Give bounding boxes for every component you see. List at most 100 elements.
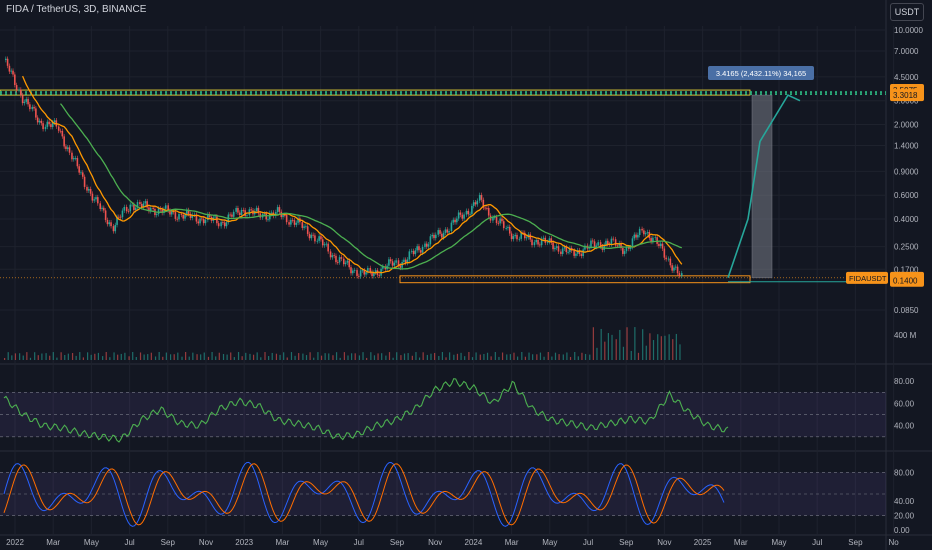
candle-body — [395, 260, 397, 263]
candle-body — [44, 126, 47, 130]
candle-body — [561, 248, 564, 254]
x-tick-label: Jul — [583, 538, 593, 547]
volume-bar — [562, 354, 564, 360]
volume-bar — [543, 356, 545, 360]
candle-body — [216, 216, 218, 224]
volume-bar — [90, 354, 92, 360]
candle-body — [516, 234, 518, 240]
candle-body — [431, 234, 433, 237]
volume-bar — [649, 333, 651, 360]
volume-bar — [185, 352, 187, 360]
symbol-tag: FIDAUSDT — [849, 274, 887, 283]
volume-bar — [566, 352, 568, 360]
candle-body — [582, 249, 584, 257]
volume-bar — [117, 354, 119, 360]
volume-bar — [71, 353, 74, 360]
candle-body — [507, 226, 509, 229]
volume-bar — [445, 357, 447, 360]
volume-bar — [188, 356, 190, 360]
volume-bar — [400, 355, 402, 360]
volume-bar — [615, 339, 617, 360]
volume-bar — [672, 339, 674, 360]
candle-body — [580, 254, 583, 257]
candle-body — [465, 210, 468, 215]
volume-bar — [536, 354, 538, 360]
candle-body — [457, 212, 460, 219]
candle-body — [214, 216, 216, 218]
volume-bar — [309, 352, 311, 360]
candle-body — [231, 214, 233, 217]
stoch-tick-label: 40.00 — [894, 497, 915, 506]
candle-body — [552, 242, 554, 250]
candle-body — [614, 239, 617, 246]
candle-body — [127, 211, 130, 212]
candle-body — [546, 242, 549, 243]
volume-bar — [52, 352, 54, 360]
candle-body — [533, 242, 536, 246]
volume-bar — [105, 352, 107, 360]
volume-bar — [222, 354, 225, 360]
chart-title: FIDA / TetherUS, 3D, BINANCE — [6, 4, 147, 15]
candle-body — [178, 214, 180, 220]
candle-body — [518, 238, 521, 240]
x-tick-label: Mar — [734, 538, 748, 547]
candle-body — [631, 238, 634, 248]
volume-tick-label: 400 M — [894, 331, 917, 340]
candle-body — [131, 204, 133, 206]
candle-body — [508, 226, 511, 234]
volume-bar — [324, 353, 326, 360]
candle-body — [61, 130, 64, 137]
y-tick-label: 0.4000 — [894, 215, 919, 224]
volume-bar — [139, 352, 142, 360]
candle-body — [435, 234, 437, 239]
ema-fast-line — [22, 75, 683, 274]
candle-body — [622, 248, 624, 254]
candle-body — [18, 89, 20, 91]
candle-body — [97, 197, 99, 204]
candle-body — [270, 212, 273, 214]
volume-bar — [147, 354, 149, 360]
volume-bar — [211, 352, 213, 360]
candle-body — [40, 120, 43, 124]
candle-body — [403, 259, 405, 263]
candle-body — [184, 214, 186, 219]
candle-body — [291, 219, 294, 221]
y-tick-label: 2.0000 — [894, 121, 919, 130]
volume-bar — [196, 354, 198, 360]
candle-body — [450, 222, 453, 231]
candle-body — [487, 208, 490, 216]
volume-bar — [637, 352, 640, 360]
candle-body — [512, 236, 515, 240]
volume-bar — [4, 358, 6, 360]
candle-body — [535, 239, 538, 243]
volume-bar — [41, 353, 43, 360]
volume-bar — [241, 356, 243, 360]
candle-body — [463, 214, 465, 219]
candle-body — [393, 262, 396, 266]
volume-bar — [634, 327, 636, 360]
candle-body — [255, 207, 258, 212]
candle-body — [514, 234, 516, 237]
volume-bar — [113, 352, 115, 360]
volume-bar — [313, 357, 315, 360]
volume-bar — [660, 336, 662, 360]
volume-bar — [607, 333, 610, 360]
volume-bar — [7, 352, 9, 360]
volume-bar — [94, 353, 96, 360]
volume-bar — [320, 355, 323, 360]
volume-bar — [581, 352, 583, 360]
candle-body — [134, 207, 137, 211]
candle-body — [474, 202, 477, 205]
candle-body — [361, 270, 364, 272]
candle-body — [427, 244, 430, 247]
candle-body — [78, 166, 80, 173]
currency-button[interactable]: USDT — [890, 3, 924, 21]
candle-body — [110, 222, 112, 227]
candle-body — [104, 210, 107, 220]
candle-body — [91, 193, 94, 201]
candle-body — [71, 152, 73, 160]
volume-bar — [339, 357, 341, 360]
volume-bar — [343, 352, 345, 360]
y-tick-label: 7.0000 — [894, 47, 919, 56]
candle-body — [112, 226, 115, 232]
